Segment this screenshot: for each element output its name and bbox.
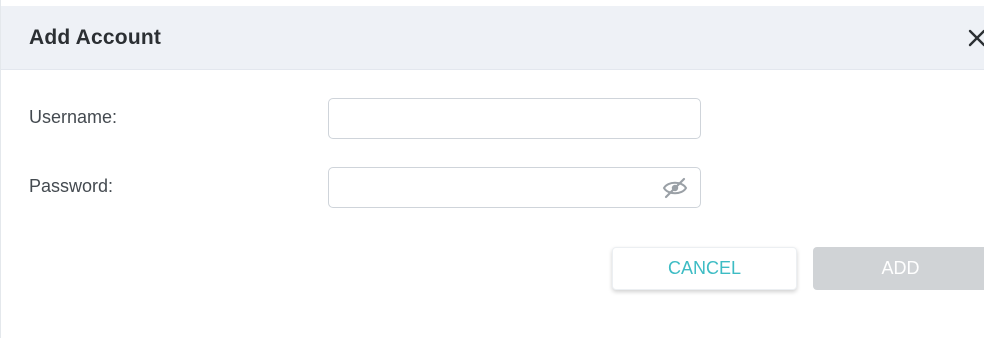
cancel-button[interactable]: CANCEL: [612, 247, 797, 290]
add-button[interactable]: ADD: [813, 247, 984, 290]
eye-hidden-icon[interactable]: [662, 177, 688, 199]
password-label: Password:: [29, 176, 114, 196]
username-input[interactable]: [329, 99, 700, 138]
close-icon[interactable]: [965, 24, 984, 52]
add-account-dialog: Add Account Username: Password: CANCEL A…: [0, 0, 984, 338]
dialog-title: Add Account: [29, 26, 162, 49]
password-input[interactable]: [329, 168, 700, 207]
username-label: Username:: [29, 107, 118, 127]
username-field-wrapper: [328, 98, 701, 139]
dialog-header: Add Account: [1, 6, 984, 70]
password-field-wrapper: [328, 167, 701, 208]
